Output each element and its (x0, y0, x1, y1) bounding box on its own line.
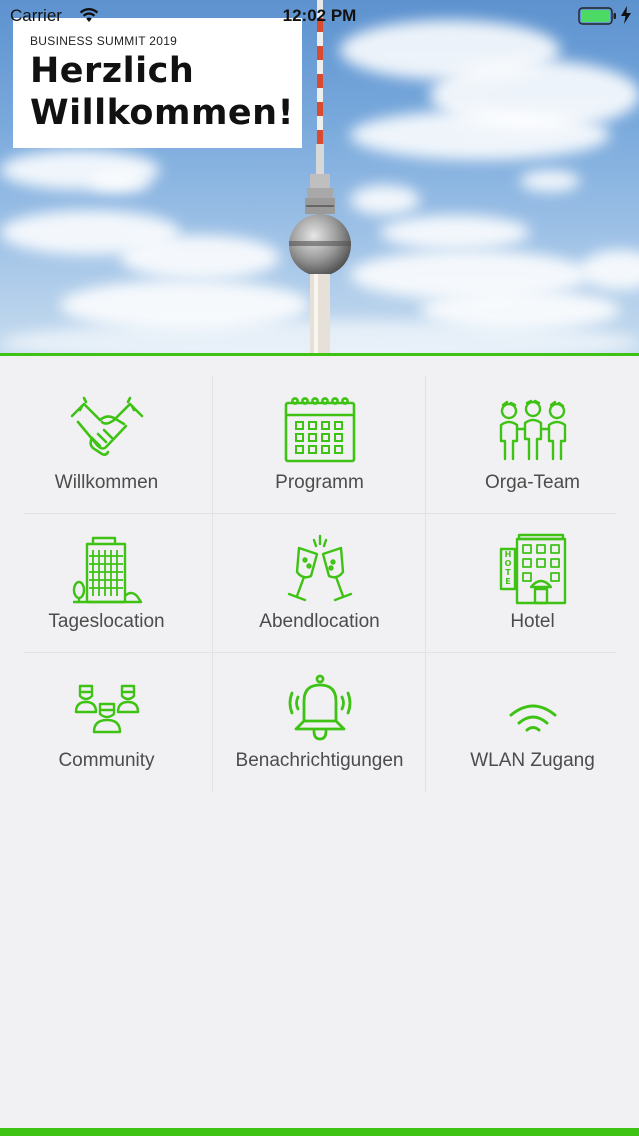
menu-item-label: WLAN Zugang (470, 750, 595, 771)
status-bar: Carrier 12:02 PM (0, 0, 639, 32)
menu-item-wlan-zugang[interactable]: WLAN Zugang (434, 654, 631, 792)
menu-item-label: Hotel (510, 611, 555, 632)
menu-item-label: Community (58, 750, 155, 771)
grid-divider (425, 376, 426, 792)
status-time: 12:02 PM (282, 6, 357, 25)
calendar-icon (284, 397, 355, 463)
menu-item-hotel[interactable]: H O T E Hotel (434, 515, 631, 653)
svg-text:O: O (504, 559, 511, 568)
community-icon (74, 684, 139, 734)
grid-divider (212, 376, 213, 792)
welcome-heading: Herzlich Willkommen! (30, 51, 295, 133)
menu-item-label: Abendlocation (259, 611, 380, 632)
hero-accent-line (0, 353, 639, 356)
champagne-glasses-icon (287, 534, 352, 602)
menu-item-programm[interactable]: Programm (221, 376, 418, 514)
wifi-icon (509, 704, 556, 732)
menu-item-abendlocation[interactable]: Abendlocation (221, 515, 418, 653)
menu-item-community[interactable]: Community (8, 654, 205, 792)
svg-text:E: E (505, 577, 510, 586)
menu-item-label: Benachrichtigungen (235, 750, 404, 771)
menu-item-willkommen[interactable]: Willkommen (8, 376, 205, 514)
menu-item-label: Willkommen (54, 472, 159, 493)
svg-text:H: H (504, 550, 511, 559)
handshake-icon (70, 396, 143, 456)
hotel-icon: H O T E (499, 533, 566, 605)
menu-item-orga-team[interactable]: Orga-Team (434, 376, 631, 514)
svg-text:T: T (505, 568, 511, 577)
charging-bolt-icon (621, 6, 631, 24)
menu-item-tageslocation[interactable]: Tageslocation (8, 515, 205, 653)
bell-icon (288, 674, 351, 741)
menu-item-label: Orga-Team (484, 472, 581, 493)
menu-item-label: Tageslocation (48, 611, 165, 632)
event-subtitle: BUSINESS SUMMIT 2019 (30, 34, 178, 48)
footer-accent-bar (0, 1128, 639, 1136)
menu-item-label: Programm (275, 472, 364, 493)
office-building-icon (72, 536, 142, 604)
menu-item-benachrichtigungen[interactable]: Benachrichtigungen (221, 654, 418, 792)
battery-icon (578, 7, 616, 25)
welcome-title-card: BUSINESS SUMMIT 2019 Herzlich Willkommen… (13, 18, 302, 148)
team-icon (499, 399, 566, 461)
menu-grid: Willkommen Programm Orga-Team Tageslocat… (24, 376, 616, 792)
